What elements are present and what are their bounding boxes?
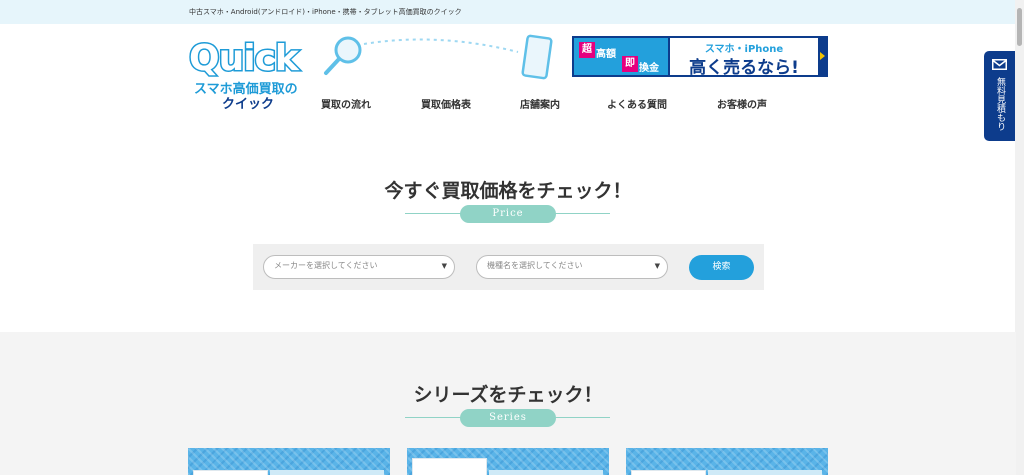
series-card[interactable] [626, 448, 828, 475]
nav-item-faq[interactable]: よくある質問 [607, 96, 667, 111]
price-search-form: メーカーを選択してください ▼ 機種名を選択してください ▼ 検索 [253, 244, 764, 290]
site-tagline: 中古スマホ・Android(アンドロイド)・iPhone・携帯・タブレット高価買… [189, 8, 462, 16]
mail-icon [992, 59, 1007, 70]
nav-item-stores[interactable]: 店舗案内 [520, 96, 560, 111]
model-select-value: 機種名を選択してください [487, 261, 583, 270]
badge-super: 超 [579, 42, 595, 58]
free-estimate-tab[interactable]: 無料見積もり [984, 51, 1015, 141]
price-section-title: 今すぐ買取価格をチェック！ [384, 180, 632, 202]
caret-down-icon: ▼ [441, 262, 447, 270]
magnifier-icon [324, 36, 362, 75]
arrow-right-icon [820, 52, 825, 60]
series-pill: Series [460, 409, 556, 427]
series-card[interactable] [188, 448, 390, 475]
top-bar: 中古スマホ・Android(アンドロイド)・iPhone・携帯・タブレット高価買… [0, 0, 1024, 24]
logo-brand-name: クイック [222, 97, 275, 112]
series-card[interactable] [407, 448, 609, 475]
free-estimate-label: 無料見積もり [995, 77, 1005, 131]
series-section-title: シリーズをチェック！ [413, 384, 603, 406]
nav-item-reviews[interactable]: お客様の声 [717, 96, 767, 111]
banner-copy: スマホ・iPhone 高く売るなら! [670, 38, 818, 77]
badge-word-high: 高額 [596, 49, 616, 60]
smartphone-icon [521, 34, 553, 80]
caret-down-icon: ▼ [654, 262, 660, 270]
series-card-image [631, 470, 706, 475]
scrollbar[interactable] [1015, 0, 1024, 475]
series-card-image [193, 470, 268, 475]
maker-select[interactable]: メーカーを選択してください ▼ [263, 255, 455, 279]
scrollbar-thumb[interactable] [1017, 8, 1022, 46]
price-pill: Price [460, 205, 556, 223]
series-card-image [412, 458, 487, 475]
nav-item-price-list[interactable]: 買取価格表 [421, 96, 471, 111]
logo-wordmark: Quick [188, 37, 301, 81]
nav-item-flow[interactable]: 買取の流れ [321, 96, 371, 111]
banner-line-2: 高く売るなら! [689, 58, 799, 77]
search-button[interactable]: 検索 [689, 255, 754, 280]
site-logo[interactable]: Quick スマホ高価買取の クイック [187, 37, 302, 113]
maker-select-value: メーカーを選択してください [274, 261, 378, 270]
header-illustration [324, 34, 553, 80]
banner-badges: 超 高額 即 換金 [574, 38, 668, 75]
model-select[interactable]: 機種名を選択してください ▼ [476, 255, 668, 279]
badge-word-cash: 換金 [639, 63, 659, 74]
promo-banner[interactable]: 超 高額 即 換金 スマホ・iPhone 高く売るなら! [572, 36, 828, 77]
badge-instant: 即 [622, 56, 638, 72]
